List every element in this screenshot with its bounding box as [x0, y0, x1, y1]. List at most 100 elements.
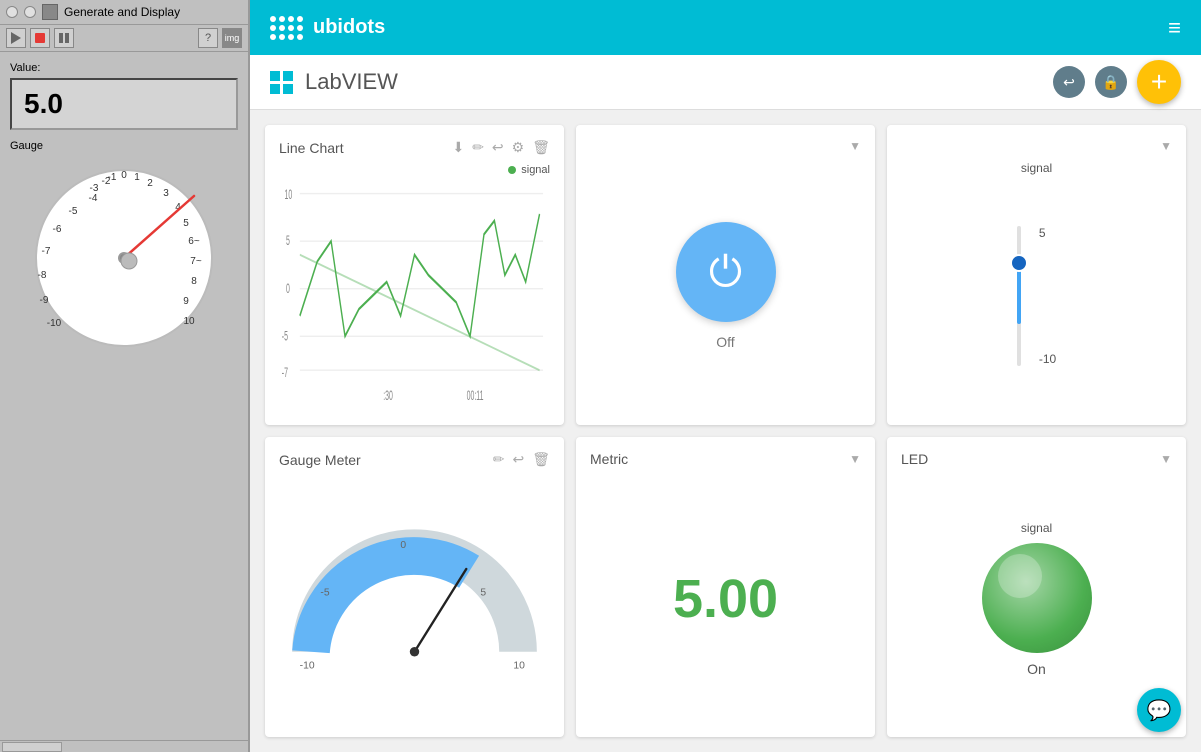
settings-icon[interactable]: ⚙ — [512, 139, 525, 156]
svg-text:10: 10 — [513, 660, 525, 671]
run-icon[interactable] — [6, 28, 26, 48]
ubidots-panel: ubidots ≡ LabVIEW ↩ 🔒 + Line Chart — [250, 0, 1201, 752]
metric-header: Metric ▼ — [590, 451, 861, 467]
undo-button[interactable]: ↩ — [1053, 66, 1085, 98]
logo-dot — [297, 34, 303, 40]
edit-icon[interactable]: ✏ — [472, 139, 484, 156]
ubidots-logo: ubidots — [270, 16, 385, 40]
logo-text: ubidots — [313, 16, 385, 39]
power-content: ⏻ Off — [676, 161, 776, 411]
power-status: Off — [716, 334, 734, 350]
metric-title: Metric — [590, 451, 628, 467]
metric-widget: Metric ▼ 5.00 — [576, 437, 875, 737]
edit-gauge-icon[interactable]: ✏ — [493, 451, 505, 468]
line-chart-title: Line Chart — [279, 140, 344, 156]
logo-dot — [297, 25, 303, 31]
help-icon[interactable]: ? — [198, 28, 218, 48]
gauge-label: Gauge — [10, 140, 238, 152]
gauge-meter-widget: Gauge Meter ✏ ↩ 🗑 -10 -5 0 — [265, 437, 564, 737]
logo-dot — [288, 25, 294, 31]
labview-titlebar: Generate and Display — [0, 0, 248, 25]
dashboard: Line Chart ⬇ ✏ ↩ ⚙ 🗑 signal 10 5 0 — [250, 110, 1201, 752]
svg-text:3: 3 — [163, 188, 169, 199]
delete-icon[interactable]: 🗑 — [532, 139, 550, 156]
slider-labels: 5 -10 — [1039, 226, 1056, 366]
logo-dot — [288, 16, 294, 22]
pause-icon[interactable] — [54, 28, 74, 48]
gauge-meter-area: -10 -5 0 5 10 — [279, 476, 550, 723]
logo-dot — [297, 16, 303, 22]
gauge-meter-svg: -10 -5 0 5 10 — [279, 520, 550, 680]
svg-text:10: 10 — [285, 188, 293, 203]
line-chart-svg: 10 5 0 -5 -7 :30 00:11 — [279, 180, 550, 411]
slider-dropdown[interactable]: ▼ — [1160, 139, 1172, 153]
power-dropdown[interactable]: ▼ — [849, 139, 861, 153]
svg-text:8: 8 — [191, 276, 197, 287]
gauge-svg: -10 -9 -8 -7 -6 -5 -4 -3 -2 — [24, 158, 224, 358]
lock-button[interactable]: 🔒 — [1095, 66, 1127, 98]
share-icon[interactable]: ↩ — [492, 139, 504, 156]
subheader-left: LabVIEW — [270, 69, 398, 95]
svg-text:0: 0 — [286, 281, 290, 296]
led-circle — [982, 543, 1092, 653]
power-widget: ▼ ⏻ Off — [576, 125, 875, 425]
labview-title: Generate and Display — [64, 5, 180, 19]
led-content: signal On — [901, 475, 1172, 723]
led-shine — [998, 554, 1042, 598]
gauge-meter-header: Gauge Meter ✏ ↩ 🗑 — [279, 451, 550, 468]
logo-dot — [279, 34, 285, 40]
svg-text:-9: -9 — [40, 295, 49, 306]
svg-text:5: 5 — [286, 234, 290, 249]
metric-value: 5.00 — [590, 475, 861, 723]
line-chart-actions: ⬇ ✏ ↩ ⚙ 🗑 — [452, 139, 550, 156]
svg-text:9: 9 — [183, 296, 189, 307]
chart-legend: signal — [279, 164, 550, 176]
logo-dot — [279, 25, 285, 31]
slider-thumb[interactable] — [1010, 254, 1028, 272]
led-header: LED ▼ — [901, 451, 1172, 467]
logo-dot — [279, 16, 285, 22]
minimize-dot[interactable] — [24, 6, 36, 18]
chart-area: 10 5 0 -5 -7 :30 00:11 — [279, 180, 550, 411]
svg-text:-10: -10 — [47, 318, 62, 329]
stop-icon[interactable] — [30, 28, 50, 48]
logo-dot — [270, 25, 276, 31]
power-button[interactable]: ⏻ — [676, 222, 776, 322]
svg-text:-8: -8 — [38, 270, 47, 281]
delete-gauge-icon[interactable]: 🗑 — [532, 451, 550, 468]
value-label: Value: — [10, 62, 238, 74]
gauge-meter-title: Gauge Meter — [279, 452, 361, 468]
led-title: LED — [901, 451, 928, 467]
svg-text:-5: -5 — [69, 206, 78, 217]
svg-text:1: 1 — [134, 172, 140, 183]
download-icon[interactable]: ⬇ — [452, 139, 464, 156]
svg-text:5: 5 — [480, 587, 486, 598]
svg-text:7~: 7~ — [190, 256, 202, 267]
lv-app-icon — [42, 4, 58, 20]
svg-text::30: :30 — [383, 389, 393, 404]
slider-track[interactable] — [1017, 226, 1021, 366]
power-icon: ⏻ — [709, 248, 742, 297]
labview-content: Value: 5.0 Gauge -10 -9 -8 -7 — [0, 52, 248, 740]
metric-dropdown[interactable]: ▼ — [849, 452, 861, 466]
led-dropdown[interactable]: ▼ — [1160, 452, 1172, 466]
labview-panel: Generate and Display ? img Value: 5.0 Ga… — [0, 0, 250, 752]
hamburger-icon[interactable]: ≡ — [1168, 15, 1181, 41]
chat-button[interactable]: 💬 — [1137, 688, 1181, 732]
logo-dot — [288, 34, 294, 40]
scroll-thumb[interactable] — [2, 742, 62, 752]
add-widget-button[interactable]: + — [1137, 60, 1181, 104]
labview-gauge: -10 -9 -8 -7 -6 -5 -4 -3 -2 — [24, 158, 224, 358]
svg-text:-1: -1 — [108, 172, 117, 183]
apps-icon[interactable] — [270, 71, 293, 94]
ubidots-subheader: LabVIEW ↩ 🔒 + — [250, 55, 1201, 110]
close-dot[interactable] — [6, 6, 18, 18]
slider-container: 5 -10 — [901, 181, 1172, 411]
led-widget: LED ▼ signal On — [887, 437, 1186, 737]
scrollbar[interactable] — [0, 740, 248, 752]
svg-text:-5: -5 — [282, 329, 288, 344]
svg-text:6~: 6~ — [188, 236, 200, 247]
share-gauge-icon[interactable]: ↩ — [512, 451, 524, 468]
image-icon[interactable]: img — [222, 28, 242, 48]
logo-dot — [270, 34, 276, 40]
